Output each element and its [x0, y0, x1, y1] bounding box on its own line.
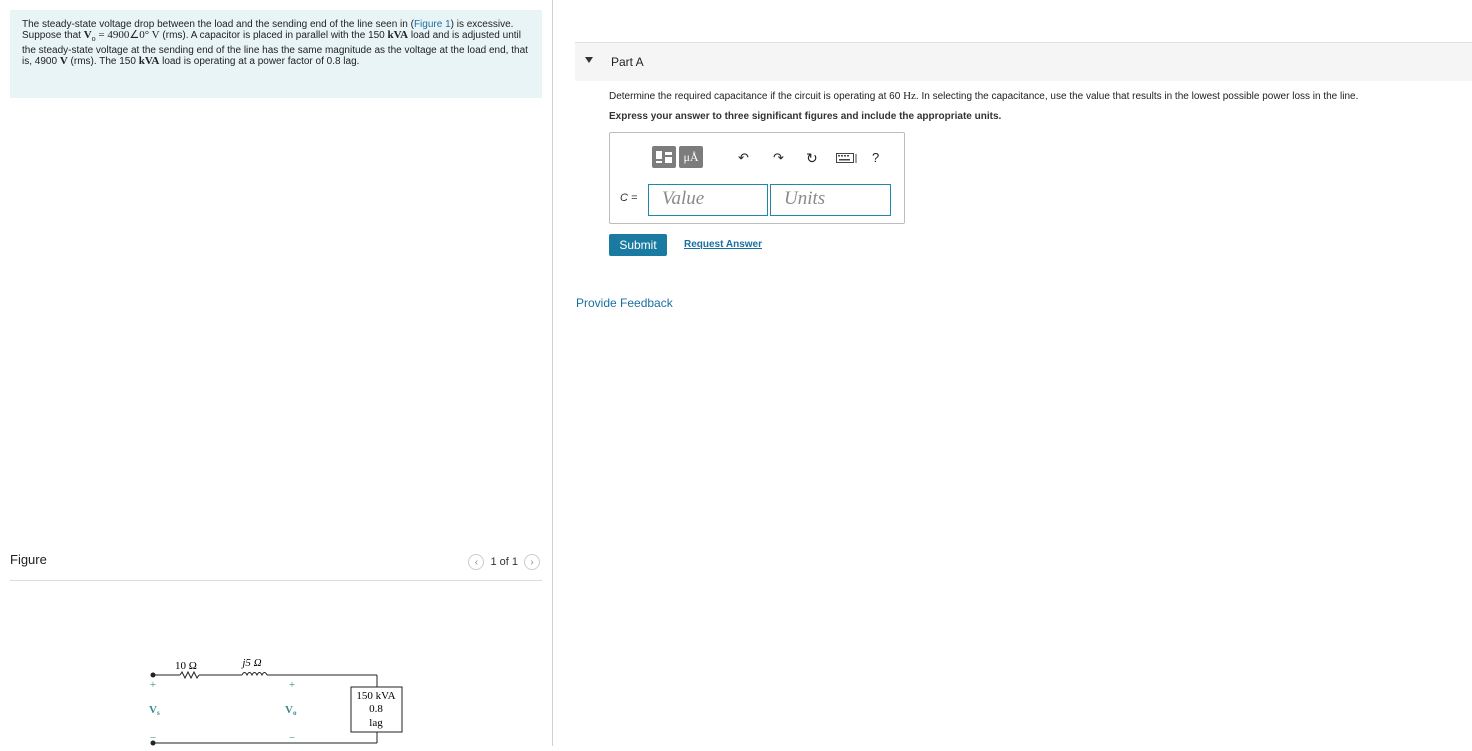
chevron-right-icon[interactable]: › [524, 554, 540, 570]
provide-feedback-link[interactable]: Provide Feedback [576, 296, 673, 310]
figure-link[interactable]: Figure 1 [414, 19, 451, 30]
answer-box: μÅ ↶ ↷ ↻ ? C = Value Units [609, 132, 905, 224]
undo-icon[interactable]: ↶ [738, 151, 749, 165]
problem-statement: The steady-state voltage drop between th… [10, 10, 542, 98]
keyboard-icon[interactable] [836, 153, 858, 167]
vo-expression: Vo = 4900∠0° V [83, 29, 160, 44]
request-answer-link[interactable]: Request Answer [684, 239, 762, 250]
answer-label: C = [620, 192, 638, 204]
resistor-symbol [179, 670, 200, 680]
help-icon[interactable]: ? [872, 151, 879, 165]
vs-label: Vs [149, 704, 160, 717]
value-input[interactable]: Value [648, 184, 768, 216]
figure-pager: ‹ 1 of 1 › [468, 554, 540, 570]
reset-icon[interactable]: ↻ [806, 151, 818, 165]
kva-unit: kVA [138, 54, 160, 67]
part-a-header[interactable]: Part A [575, 42, 1472, 81]
caret-down-icon [585, 57, 593, 63]
instruction-text: Express your answer to three significant… [609, 111, 1002, 122]
vo-minus: − [289, 732, 295, 744]
vs-plus: + [150, 679, 156, 691]
resistor-label: 10 Ω [175, 660, 197, 672]
load-label-3: lag [369, 717, 383, 729]
problem-text: (rms). A capacitor is placed in parallel… [159, 30, 388, 42]
pager-text: 1 of 1 [490, 556, 518, 568]
inductor-symbol [241, 672, 268, 677]
templates-icon[interactable] [652, 146, 676, 168]
vo-label: Vo [285, 704, 297, 717]
problem-text: The steady-state voltage drop between th… [22, 19, 414, 30]
load-label-2: 0.8 [369, 703, 383, 715]
left-pane: The steady-state voltage drop between th… [0, 0, 552, 746]
figure-title: Figure [10, 552, 47, 567]
circuit-diagram: 150 kVA 0.8 lag 10 Ω j5 Ω + Vs − + Vo − [149, 657, 403, 746]
units-input[interactable]: Units [770, 184, 891, 216]
volt-unit: V [59, 54, 68, 67]
load-label-1: 150 kVA [356, 690, 395, 702]
figure-header: Figure ‹ 1 of 1 › [10, 552, 542, 581]
reactance-label: j5 Ω [240, 657, 261, 669]
question-text: Determine the required capacitance if th… [609, 90, 1359, 102]
units-button[interactable]: μÅ [679, 146, 703, 168]
problem-text: (rms). The 150 [67, 55, 139, 67]
figure-panel: 150 kVA 0.8 lag 10 Ω j5 Ω + Vs − + Vo − [10, 581, 542, 746]
right-pane: Part A Determine the required capacitanc… [553, 0, 1472, 746]
vs-minus: − [150, 732, 156, 744]
part-title: Part A [611, 55, 644, 69]
redo-icon[interactable]: ↷ [773, 151, 784, 165]
vo-plus: + [289, 679, 295, 691]
kva-unit: kVA [387, 29, 409, 42]
submit-button[interactable]: Submit [609, 234, 667, 256]
problem-text: load is operating at a power factor of 0… [159, 55, 360, 67]
chevron-left-icon[interactable]: ‹ [468, 554, 485, 570]
